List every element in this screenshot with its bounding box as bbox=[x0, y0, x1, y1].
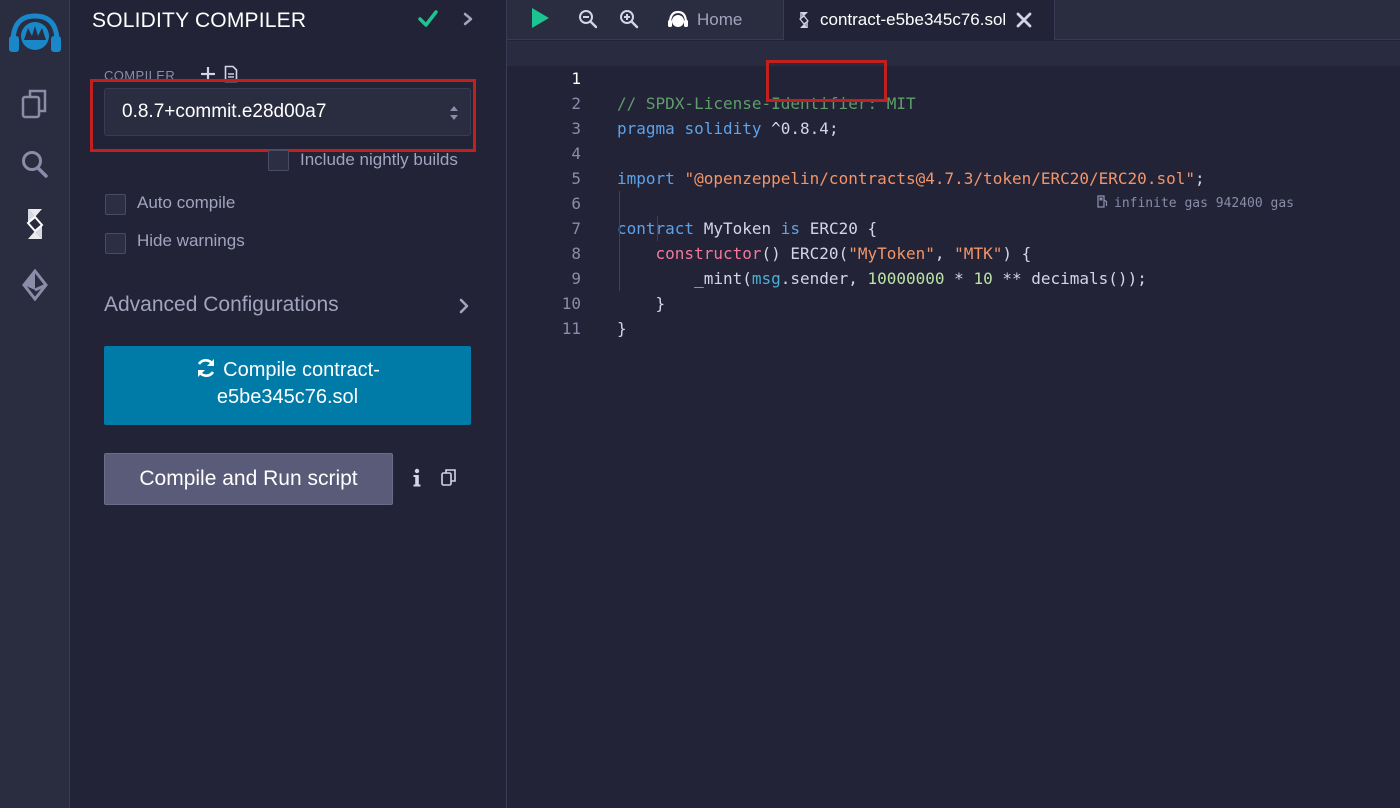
file-icon[interactable] bbox=[224, 65, 238, 83]
gas-estimate: infinite gas 942400 gas bbox=[1097, 191, 1294, 216]
compile-button-label-1: Compile contract- bbox=[223, 359, 380, 381]
auto-compile-label: Auto compile bbox=[137, 193, 236, 212]
solidity-compiler-icon[interactable] bbox=[17, 206, 53, 242]
nightly-builds-label: Include nightly builds bbox=[300, 150, 458, 169]
remix-logo-icon[interactable] bbox=[6, 6, 64, 58]
code-line: 2 pragma solidity ^0.8.4; bbox=[507, 66, 1400, 138]
tab-contract-label: contract-e5be345c76.sol bbox=[820, 10, 1007, 29]
copy-icon[interactable] bbox=[441, 469, 456, 486]
solidity-file-icon bbox=[799, 12, 809, 28]
plus-icon[interactable] bbox=[200, 65, 216, 83]
gas-pump-icon bbox=[1097, 195, 1108, 208]
code-line: 9 } bbox=[507, 241, 1400, 313]
line-number: 11 bbox=[561, 319, 581, 338]
code-line: 5 bbox=[507, 141, 1400, 188]
indent-guide bbox=[657, 216, 658, 241]
compile-button[interactable]: Compile contract- e5be345c76.sol bbox=[104, 346, 471, 425]
code-line: 1 // SPDX-License-Identifier: MIT bbox=[507, 41, 1400, 113]
code-editor[interactable]: 1 // SPDX-License-Identifier: MIT 2 prag… bbox=[507, 41, 1400, 808]
nightly-builds-checkbox[interactable] bbox=[268, 150, 289, 171]
gas-estimate-text: infinite gas 942400 gas bbox=[1114, 196, 1295, 211]
code-line: 7 constructor() ERC20("MyToken", "MTK") … bbox=[507, 191, 1400, 263]
compiler-version-select[interactable]: 0.8.7+commit.e28d00a7 bbox=[104, 88, 471, 136]
code-line: 4 import "@openzeppelin/contracts@4.7.3/… bbox=[507, 116, 1400, 188]
code-line: 10 } bbox=[507, 266, 1400, 338]
zoom-out-icon[interactable] bbox=[578, 9, 598, 29]
close-brace: } bbox=[617, 319, 627, 338]
compiler-label: COMPILER bbox=[104, 68, 176, 83]
compile-and-run-button[interactable]: Compile and Run script bbox=[104, 453, 393, 505]
compile-button-label-2: e5be345c76.sol bbox=[216, 386, 359, 408]
play-icon[interactable] bbox=[529, 6, 551, 30]
advanced-configurations-toggle[interactable]: Advanced Configurations bbox=[104, 293, 339, 317]
deploy-run-icon[interactable] bbox=[17, 267, 53, 303]
compiler-panel: SOLIDITY COMPILER COMPILER 0.8.7+commit.… bbox=[70, 0, 507, 808]
remix-home-icon bbox=[668, 10, 688, 27]
editor-tab-bar: Home contract-e5be345c76.sol bbox=[507, 0, 1400, 40]
hide-warnings-checkbox[interactable] bbox=[105, 233, 126, 254]
zoom-in-icon[interactable] bbox=[619, 9, 639, 29]
tab-contract[interactable]: contract-e5be345c76.sol bbox=[783, 0, 1055, 40]
auto-compile-checkbox[interactable] bbox=[105, 194, 126, 215]
indent-guide bbox=[619, 191, 620, 291]
compiler-version-value: 0.8.7+commit.e28d00a7 bbox=[122, 101, 327, 122]
icon-rail bbox=[0, 0, 70, 808]
select-arrows-icon bbox=[450, 106, 458, 120]
tab-home[interactable]: Home bbox=[667, 0, 782, 40]
search-icon[interactable] bbox=[17, 146, 53, 182]
code-line: 6 contract MyToken is ERC20 { bbox=[507, 166, 1400, 238]
panel-title: SOLIDITY COMPILER bbox=[92, 9, 307, 32]
code-line: 3 bbox=[507, 91, 1400, 138]
chevron-right-icon[interactable] bbox=[456, 296, 472, 316]
close-icon[interactable] bbox=[1016, 12, 1032, 28]
chevron-right-icon[interactable] bbox=[458, 8, 478, 30]
tab-home-label: Home bbox=[697, 10, 743, 29]
code-line: 11 bbox=[507, 291, 1400, 338]
hide-warnings-label: Hide warnings bbox=[137, 231, 245, 250]
refresh-icon bbox=[197, 359, 215, 377]
check-icon bbox=[418, 10, 438, 27]
info-icon[interactable] bbox=[412, 468, 422, 488]
code-line: 8 _mint(msg.sender, 10000000 * 10 ** dec… bbox=[507, 216, 1400, 288]
file-explorer-icon[interactable] bbox=[17, 86, 53, 122]
